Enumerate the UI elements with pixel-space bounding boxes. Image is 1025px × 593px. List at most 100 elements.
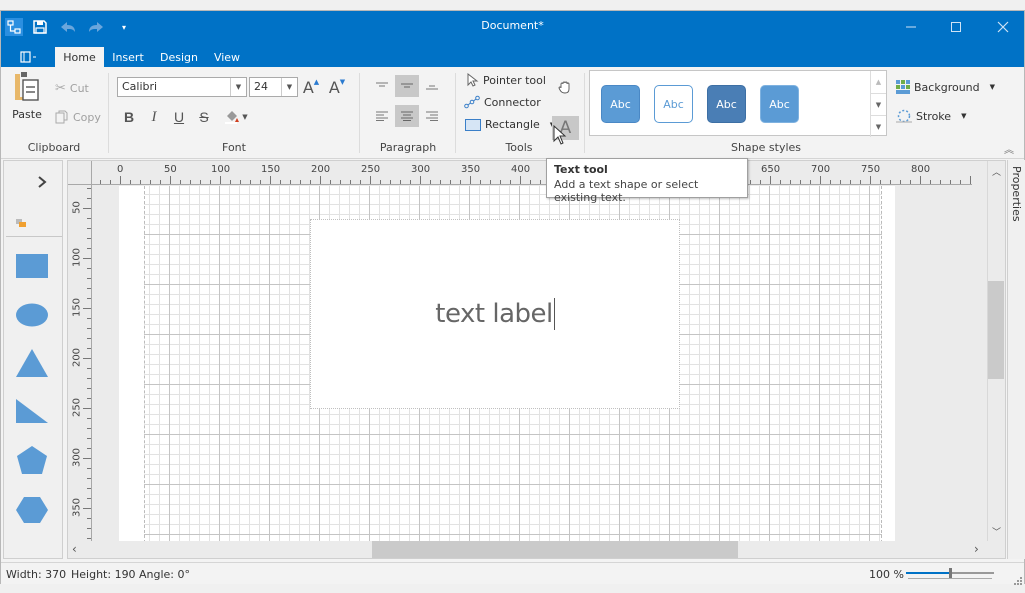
close-button[interactable]: [983, 15, 1023, 39]
paste-button[interactable]: Paste: [9, 71, 45, 125]
connector-tool-button[interactable]: Connector: [464, 95, 541, 109]
background-button[interactable]: Background ▼: [896, 80, 995, 94]
gallery-expand[interactable]: ▼: [870, 115, 886, 137]
minimize-button[interactable]: [891, 15, 931, 39]
copy-icon: [55, 110, 68, 124]
scroll-left-icon[interactable]: ‹: [72, 542, 77, 556]
shape-style-item[interactable]: Abc: [707, 85, 746, 123]
align-right-button[interactable]: [420, 105, 444, 127]
shape-style-item[interactable]: Abc: [654, 85, 693, 123]
align-top-button[interactable]: [370, 75, 394, 97]
background-fill-icon: [896, 80, 910, 94]
ruler-tick: [220, 176, 221, 184]
tab-home[interactable]: Home: [55, 47, 104, 67]
diagram-canvas[interactable]: text label 05010015020025030035040045050…: [67, 160, 1006, 559]
vertical-scroll-thumb[interactable]: [988, 281, 1004, 379]
scroll-right-icon[interactable]: ›: [974, 542, 979, 556]
tab-view[interactable]: View: [207, 47, 247, 67]
grow-font-button[interactable]: A ▲: [301, 77, 321, 97]
ruler-tick: [87, 318, 91, 319]
vertical-scrollbar[interactable]: ︿ ﹀: [987, 161, 1005, 543]
ruler-tick: [970, 176, 971, 184]
font-size-combo[interactable]: 24 ▼: [249, 77, 298, 97]
ruler-tick: [410, 180, 411, 184]
file-menu-button[interactable]: [11, 47, 47, 67]
tab-design[interactable]: Design: [155, 47, 203, 67]
ruler-tick: [800, 180, 801, 184]
stroke-button[interactable]: Stroke ▼: [896, 109, 966, 123]
chevron-down-icon[interactable]: ▼: [230, 78, 246, 96]
resize-grip-icon[interactable]: [1014, 575, 1022, 585]
ruler-tick-label: 350: [71, 497, 83, 518]
chevron-down-icon[interactable]: ▼: [281, 78, 297, 96]
pointer-tool-button[interactable]: Pointer tool: [467, 73, 546, 87]
ruler-tick: [790, 180, 791, 184]
ruler-tick: [390, 180, 391, 184]
ruler-tick: [87, 328, 91, 329]
strikethrough-button[interactable]: S: [194, 107, 214, 127]
scroll-up-icon[interactable]: ︿: [992, 165, 1001, 178]
cut-button[interactable]: ✂ Cut: [55, 81, 89, 96]
horizontal-scrollbar[interactable]: ‹ ›: [68, 541, 989, 558]
gallery-scroll-up[interactable]: ▲: [870, 71, 886, 93]
align-middle-button[interactable]: [395, 75, 419, 97]
paste-icon: [15, 72, 39, 101]
shape-right-triangle[interactable]: [14, 395, 50, 427]
align-bottom-button[interactable]: [420, 75, 444, 97]
italic-button[interactable]: I: [144, 107, 164, 127]
ruler-tick: [260, 180, 261, 184]
ruler-tick: [87, 518, 91, 519]
ruler-tick: [83, 208, 91, 209]
shape-library-icon[interactable]: [16, 217, 26, 230]
align-center-button[interactable]: [395, 105, 419, 127]
shape-style-item[interactable]: Abc: [601, 85, 640, 123]
ruler-tick: [87, 268, 91, 269]
group-divider: [455, 73, 456, 153]
align-left-button[interactable]: [370, 105, 394, 127]
ruler-tick: [490, 180, 491, 184]
text-shape[interactable]: text label: [310, 219, 680, 409]
font-family-combo[interactable]: Calibri ▼: [117, 77, 247, 97]
shape-hexagon[interactable]: [14, 494, 50, 526]
status-width: Width: 370: [6, 568, 67, 581]
collapse-ribbon-icon[interactable]: ︽: [1004, 141, 1014, 156]
ruler-tick-label: 0: [117, 164, 124, 175]
text-shape-content[interactable]: text label: [435, 299, 553, 329]
shape-pentagon[interactable]: [14, 444, 50, 476]
properties-panel-tab[interactable]: Properties: [1007, 160, 1025, 559]
underline-button[interactable]: U: [169, 107, 189, 127]
ruler-tick: [340, 180, 341, 184]
horizontal-scroll-thumb[interactable]: [372, 541, 738, 558]
rectangle-tool-button[interactable]: Rectangle ▼: [465, 118, 555, 131]
zoom-slider[interactable]: [906, 568, 994, 579]
ruler-tick-label: 650: [761, 164, 781, 175]
ruler-tick: [87, 478, 91, 479]
ruler-tick: [250, 180, 251, 184]
bold-button[interactable]: B: [119, 107, 139, 127]
tab-insert[interactable]: Insert: [105, 47, 151, 67]
ruler-tick: [750, 180, 751, 184]
ruler-tick: [87, 248, 91, 249]
shape-ellipse[interactable]: [14, 299, 50, 331]
chevron-right-icon[interactable]: [37, 176, 47, 192]
ruler-tick: [890, 180, 891, 184]
ruler-tick: [87, 238, 91, 239]
properties-label: Properties: [1010, 166, 1023, 222]
shape-style-item[interactable]: Abc: [760, 85, 799, 123]
group-divider: [108, 73, 109, 153]
ruler-tick: [87, 428, 91, 429]
shape-rectangle[interactable]: [14, 250, 50, 282]
maximize-button[interactable]: [936, 15, 976, 39]
zoom-knob[interactable]: [949, 568, 952, 578]
tooltip: Text tool Add a text shape or select exi…: [546, 158, 748, 204]
ruler-tick: [840, 180, 841, 184]
title-bar: ▾ Document*: [1, 11, 1024, 45]
scroll-down-icon[interactable]: ﹀: [992, 525, 1001, 538]
font-color-button[interactable]: ▼: [219, 107, 253, 127]
pan-tool-button[interactable]: [553, 76, 577, 98]
shrink-font-button[interactable]: A ▼: [327, 77, 347, 97]
shape-triangle[interactable]: [14, 347, 50, 379]
gallery-scroll-down[interactable]: ▼: [870, 93, 886, 115]
ruler-tick: [360, 180, 361, 184]
copy-button[interactable]: Copy: [55, 110, 101, 124]
